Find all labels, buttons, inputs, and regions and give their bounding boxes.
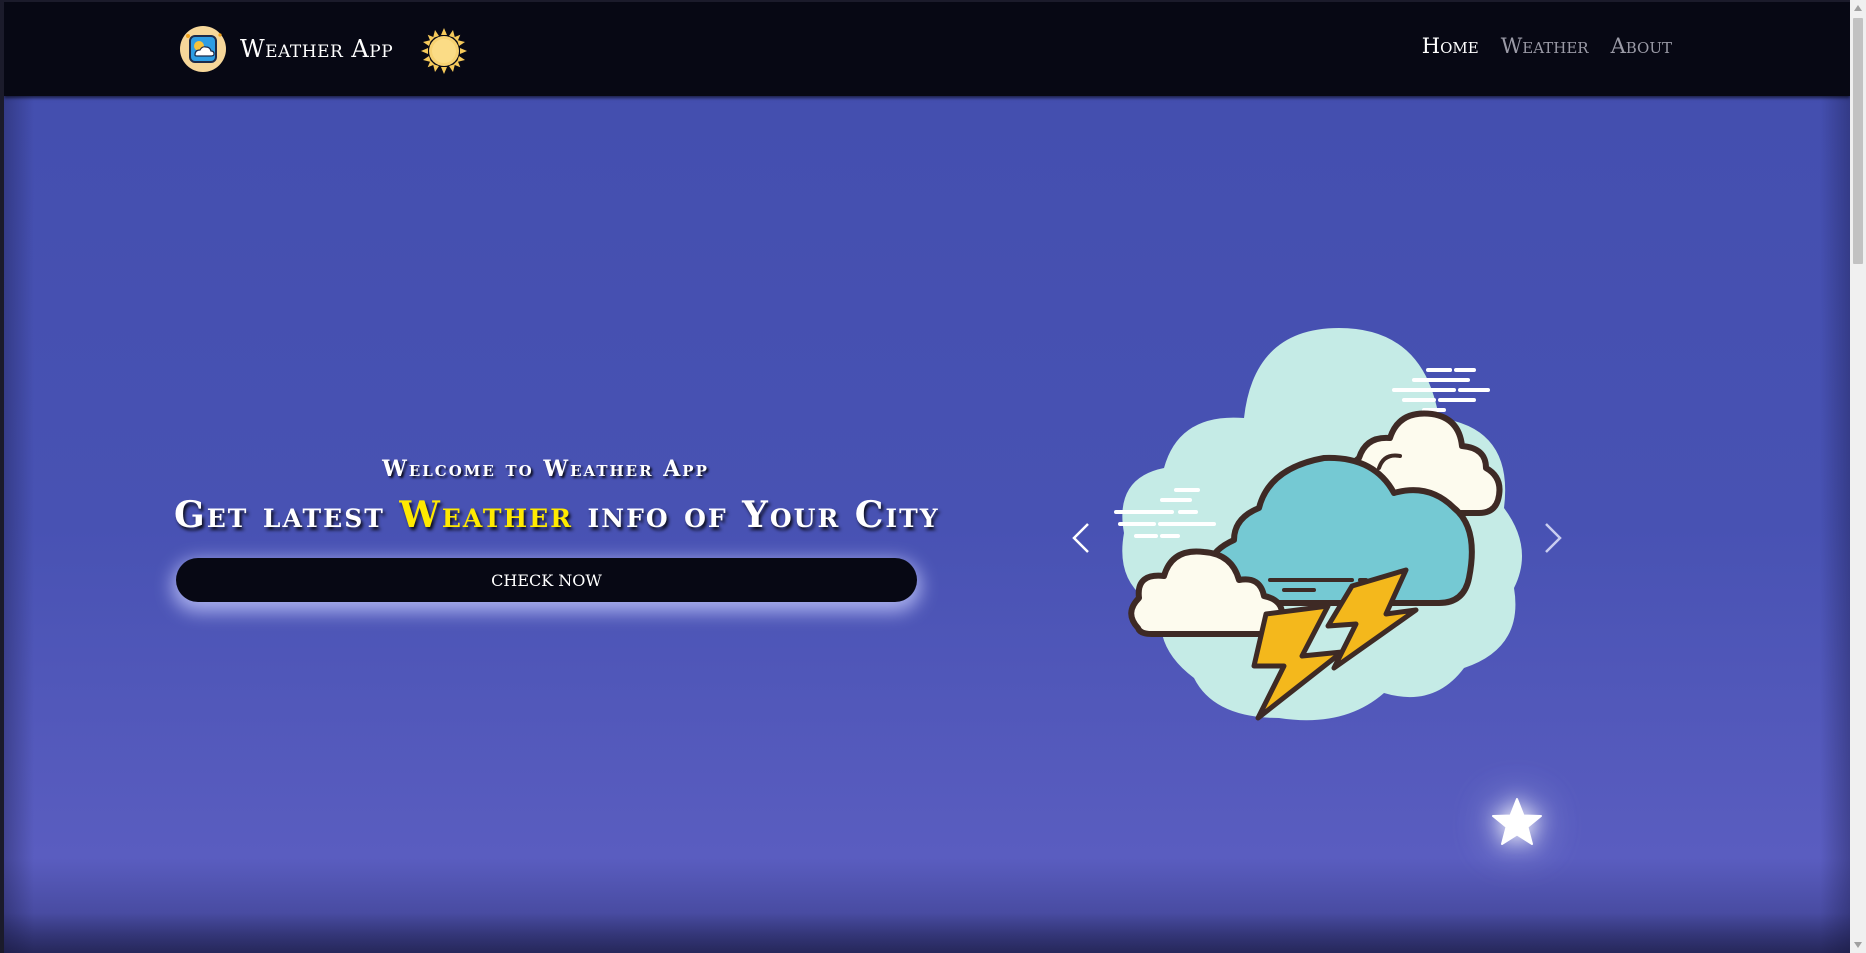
page-edge-shade-right (1820, 96, 1850, 953)
hero-title-before: Get latest (174, 494, 400, 536)
thunderstorm-clouds-icon (1094, 318, 1554, 728)
chevron-right-icon[interactable] (1532, 508, 1572, 568)
chevron-left-icon[interactable] (1062, 508, 1102, 568)
sun-icon[interactable] (420, 27, 468, 75)
scrollbar-thumb[interactable] (1853, 18, 1863, 264)
page-edge-shade-left (4, 96, 34, 953)
check-now-button[interactable]: CHECK NOW (176, 558, 917, 602)
brand-name: Weather App (240, 35, 394, 63)
nav-link-about[interactable]: About (1611, 34, 1672, 58)
hero-subtitle: Welcome to Weather App (382, 456, 709, 482)
nav-links: Home Weather About (1422, 34, 1672, 58)
vertical-scrollbar[interactable] (1850, 0, 1866, 953)
star-icon (1490, 796, 1544, 850)
browser-viewport: Weather App Home Weather About Welcome t… (0, 0, 1866, 953)
hero-title-highlight: Weather (399, 494, 573, 536)
navbar: Weather App Home Weather About (4, 2, 1850, 96)
carousel (1062, 318, 1582, 728)
brand[interactable]: Weather App (180, 24, 393, 74)
scroll-up-arrow-icon[interactable] (1850, 0, 1866, 16)
nav-link-home[interactable]: Home (1422, 34, 1479, 58)
hero-title: Get latest Weather info of Your City (174, 494, 938, 536)
page: Weather App Home Weather About Welcome t… (4, 2, 1850, 953)
hero-title-after: info of Your City (572, 494, 940, 536)
scroll-down-arrow-icon[interactable] (1850, 937, 1866, 953)
nav-link-weather[interactable]: Weather (1501, 34, 1589, 58)
weather-app-logo-icon (180, 26, 226, 72)
